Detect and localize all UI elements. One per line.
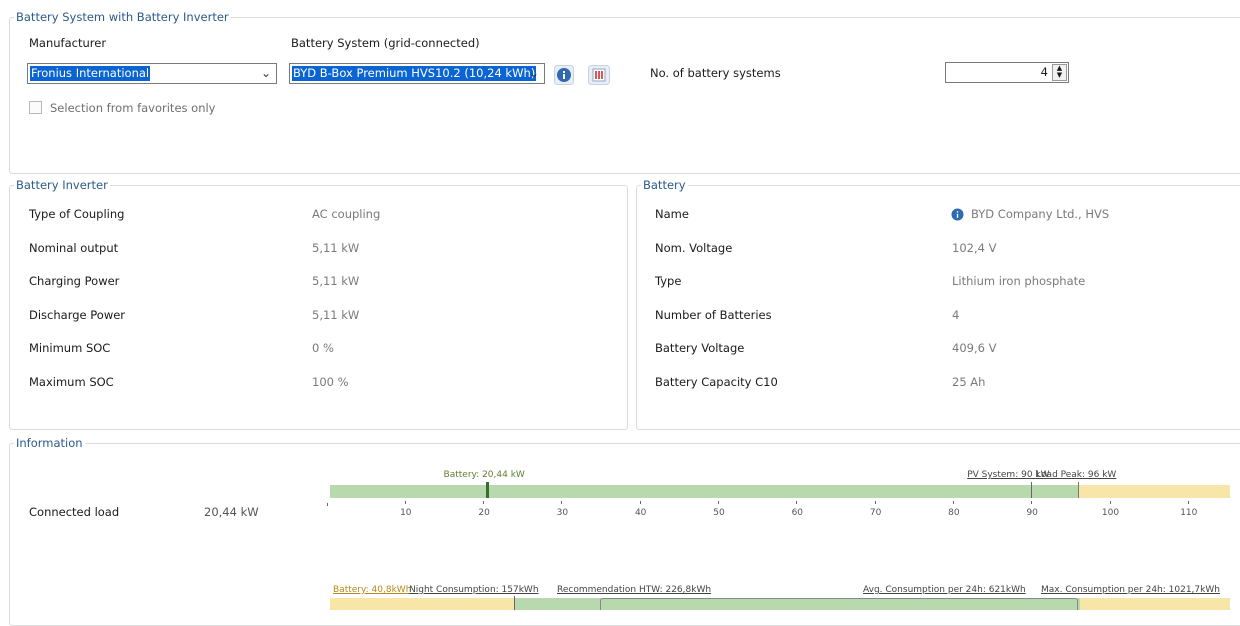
load-peak-label: Load Peak: 96 kW: [1036, 470, 1117, 480]
battery-inverter-legend: Battery Inverter: [16, 178, 108, 192]
manufacturer-dropdown[interactable]: Fronius International ⌄: [27, 63, 277, 84]
inverter-row-value: 5,11 kW: [312, 307, 360, 322]
inverter-row-value: 5,11 kW: [312, 274, 360, 288]
inverter-row-value: 0 %: [312, 341, 334, 355]
connected-load-value: 20,44 kW: [204, 505, 259, 519]
datasheet-button[interactable]: [588, 65, 610, 85]
inverter-row-label: Minimum SOC: [29, 341, 111, 355]
night-marker: [514, 596, 515, 610]
axis-tick: [952, 501, 954, 504]
battery-row-label: Number of Batteries: [655, 307, 772, 322]
battery-group: Battery: [636, 178, 1240, 430]
battery-system-group: Battery System with Battery Inverter: [9, 10, 1240, 174]
axis-tick: [1187, 501, 1189, 504]
battery-row-value: Lithium iron phosphate: [952, 274, 1086, 288]
htw-label: Recommendation HTW: 226,8kWh: [557, 585, 712, 595]
axis-tick: [639, 501, 641, 504]
battery-system-dropdown[interactable]: BYD B-Box Premium HVS10.2 (10,24 kWh) ⌄: [289, 63, 545, 84]
favorites-label: Selection from favorites only: [50, 101, 216, 115]
manufacturer-label: Manufacturer: [29, 36, 107, 50]
energy-yellow-bar-right: [1080, 598, 1230, 610]
battery-row-value: 409,6 V: [952, 341, 997, 355]
avg-consumption-label: Avg. Consumption per 24h: 621kWh: [863, 585, 1026, 595]
num-systems-value: 4: [1040, 65, 1048, 79]
datasheet-icon: [588, 65, 610, 85]
axis-tick: [874, 501, 876, 504]
info-icon: [951, 208, 964, 221]
num-systems-spinner[interactable]: 4 ▲ ▼: [945, 62, 1069, 83]
max-consumption-label: Max. Consumption per 24h: 1021,7kWh: [1041, 585, 1220, 595]
battery-load-label: Battery: 20,44 kW: [443, 470, 525, 480]
axis-tick: [1109, 501, 1111, 504]
axis-tick-label: 80: [948, 508, 960, 518]
axis-tick-label: 70: [869, 508, 882, 518]
axis-tick: [1031, 501, 1033, 504]
battery-row-value: 4: [952, 307, 960, 322]
favorites-checkbox[interactable]: [29, 101, 42, 114]
battery-row-value: BYD Company Ltd., HVS: [971, 207, 1110, 221]
axis-tick: [404, 501, 406, 504]
inverter-row-value: 100 %: [312, 374, 349, 389]
inverter-row-label: Discharge Power: [29, 307, 126, 322]
manufacturer-selected-value: Fronius International: [30, 66, 151, 81]
battery-marker: [485, 482, 489, 498]
battery-row-label: Battery Voltage: [655, 341, 745, 355]
axis-tick: [561, 501, 563, 504]
information-legend: Information: [16, 436, 83, 450]
axis-tick-label: 40: [634, 508, 647, 518]
battery-system-label: Battery System (grid-connected): [291, 36, 480, 50]
battery-system-selected-value: BYD B-Box Premium HVS10.2 (10,24 kWh): [292, 66, 537, 81]
axis-tick-label: 10: [400, 508, 412, 518]
axis-tick-label: 90: [1026, 508, 1038, 518]
htw-marker: [600, 598, 1078, 610]
axis-tick-label: 20: [478, 508, 490, 518]
axis-tick-label: 50: [713, 508, 725, 518]
load-green-bar: [330, 485, 1079, 498]
axis-tick-label: 110: [1180, 508, 1198, 518]
inverter-row-value: AC coupling: [312, 207, 381, 221]
chevron-down-icon[interactable]: ⌄: [526, 64, 542, 83]
battery-row-label: Nom. Voltage: [655, 240, 733, 255]
night-consumption-label: Night Consumption: 157kWh: [409, 585, 539, 595]
pv-marker: [1031, 482, 1033, 498]
axis-tick: [718, 501, 719, 504]
num-systems-label: No. of battery systems: [650, 66, 781, 80]
battery-system-legend: Battery System with Battery Inverter: [16, 10, 229, 24]
battery-row-label: Battery Capacity C10: [655, 374, 778, 389]
info-icon: [554, 65, 574, 85]
battery-row-label: Name: [655, 207, 689, 221]
axis-tick-label: 30: [556, 508, 569, 518]
inverter-row-label: Maximum SOC: [29, 374, 114, 389]
connected-load-label: Connected load: [29, 505, 120, 519]
axis-tick: [327, 503, 328, 506]
inverter-row-label: Nominal output: [29, 240, 119, 255]
inverter-row-label: Charging Power: [29, 274, 120, 288]
battery-row-value: 25 Ah: [952, 374, 986, 389]
info-button[interactable]: [554, 65, 574, 85]
spinner-arrows-icon[interactable]: ▲ ▼: [1052, 64, 1067, 81]
axis-tick-label: 100: [1101, 508, 1120, 518]
load-yellow-bar: [1078, 485, 1230, 498]
chevron-down-icon[interactable]: ⌄: [258, 64, 274, 83]
energy-battery-label: Battery: 40,8kWh: [333, 585, 412, 595]
axis-tick: [796, 501, 798, 504]
inverter-row-value: 5,11 kW: [312, 240, 360, 255]
axis-tick-label: 60: [791, 508, 804, 518]
energy-yellow-bar-left: [330, 598, 515, 610]
battery-row-label: Type: [655, 274, 682, 288]
peak-marker: [1078, 482, 1080, 498]
inverter-row-label: Type of Coupling: [29, 207, 125, 221]
battery-legend: Battery: [643, 178, 686, 192]
battery-row-value: 102,4 V: [952, 240, 997, 255]
axis-tick: [483, 501, 485, 504]
